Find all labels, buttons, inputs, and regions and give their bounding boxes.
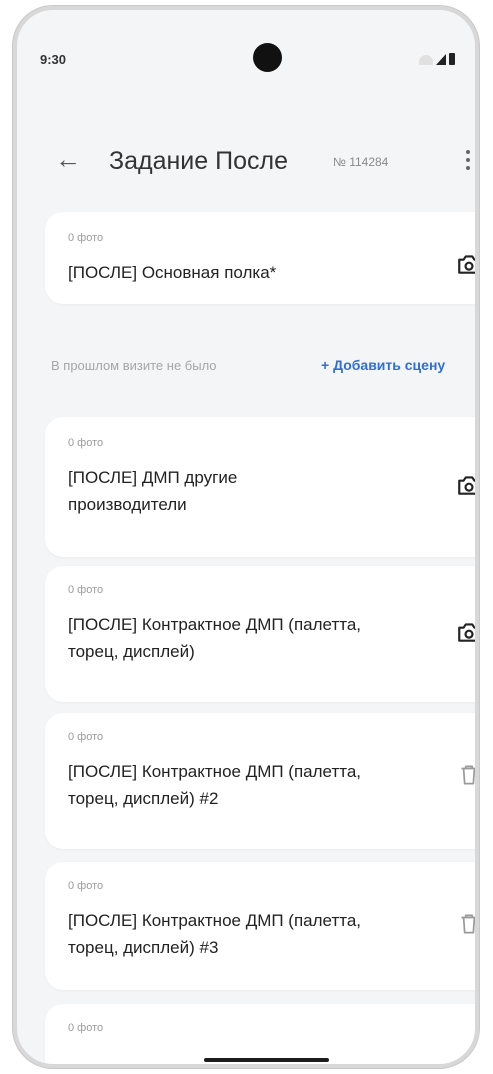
- camera-icon[interactable]: [456, 472, 475, 498]
- scene-row: В прошлом визите не было + Добавить сцен…: [17, 355, 475, 379]
- photo-count: 0 фото: [68, 880, 104, 892]
- status-bar: 9:30: [17, 10, 475, 90]
- wifi-icon: [419, 55, 433, 65]
- add-scene-button[interactable]: + Добавить сцену: [321, 357, 445, 373]
- photo-count: 0 фото: [68, 232, 104, 244]
- system-icons: [419, 53, 455, 65]
- camera-icon[interactable]: [456, 251, 475, 277]
- scene-card[interactable]: 0 фото [ПОСЛЕ] Контрактное ДМП (палетта,…: [45, 862, 475, 990]
- scene-card[interactable]: 0 фото [ПОСЛЕ] ДМП другие производители: [45, 417, 475, 557]
- photo-count: 0 фото: [68, 584, 104, 596]
- photo-count: 0 фото: [68, 1022, 104, 1034]
- scene-title: [ПОСЛЕ] ДМП другие производители: [68, 468, 238, 514]
- battery-icon: [449, 53, 455, 65]
- scene-title: [ПОСЛЕ] Контрактное ДМП (палетта, торец,…: [68, 762, 362, 808]
- page-title: Задание После: [109, 147, 288, 175]
- scene-card[interactable]: 0 фото [ПОСЛЕ] Контрактное ДМП (палетта,…: [45, 713, 475, 849]
- photo-count: 0 фото: [68, 731, 104, 743]
- scene-card[interactable]: 0 фото [ПОСЛЕ] Основная полка*: [45, 212, 475, 304]
- trash-icon[interactable]: [456, 911, 475, 937]
- camera-icon[interactable]: [456, 619, 475, 645]
- status-time: 9:30: [40, 52, 67, 67]
- back-arrow-icon[interactable]: ←: [55, 146, 81, 172]
- scene-title: [ПОСЛЕ] Контрактное ДМП (палетта, торец,…: [68, 911, 362, 957]
- photo-count: 0 фото: [68, 437, 104, 449]
- more-menu-icon[interactable]: [466, 150, 470, 174]
- phone-frame: 9:30 ← Задание После № 114284 0 фото [ПО…: [13, 6, 479, 1068]
- scene-title: [ПОСЛЕ] Основная полка*: [68, 263, 277, 282]
- scene-note: В прошлом визите не было: [51, 358, 217, 373]
- signal-icon: [436, 54, 446, 65]
- app-bar: ← Задание После № 114284: [17, 130, 475, 190]
- front-camera: [253, 43, 282, 72]
- scene-title: [ПОСЛЕ] Контрактное ДМП (палетта, торец,…: [68, 615, 362, 661]
- trash-icon[interactable]: [456, 762, 475, 788]
- task-number: № 114284: [333, 155, 389, 169]
- home-indicator[interactable]: [204, 1058, 329, 1062]
- scene-card[interactable]: 0 фото [ПОСЛЕ] Контрактное ДМП (палетта,…: [45, 566, 475, 702]
